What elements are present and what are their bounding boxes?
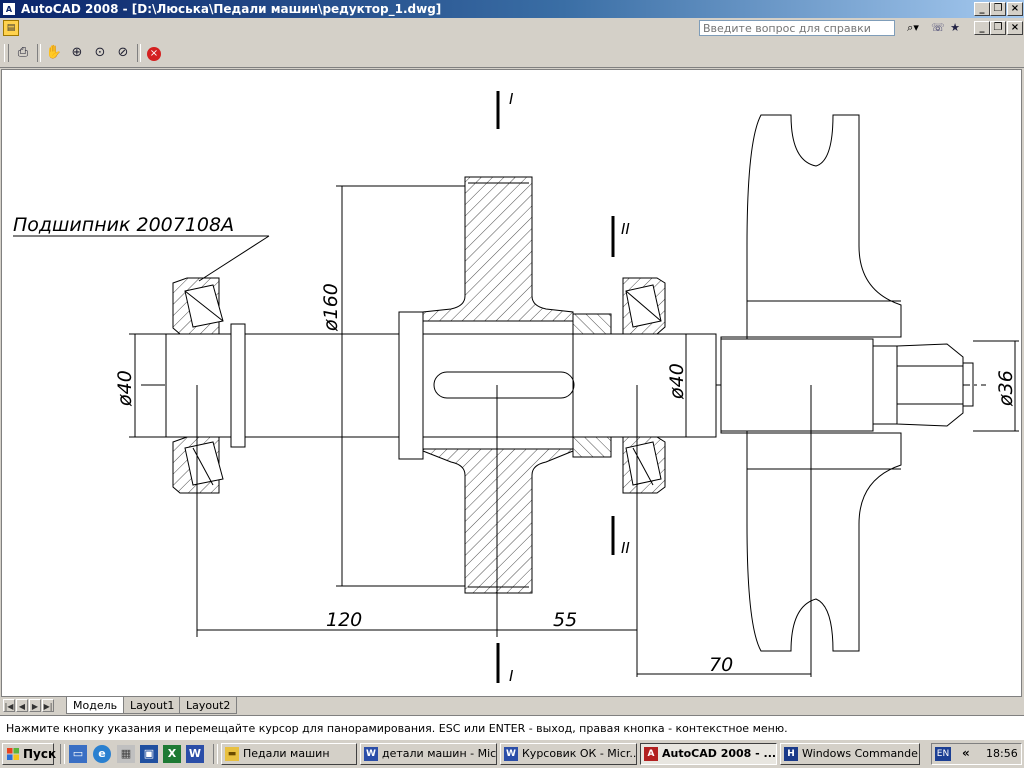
section-mark-label: I [509, 667, 514, 685]
spacer-top [572, 313, 612, 335]
language-indicator[interactable]: EN [935, 747, 951, 761]
command-line[interactable]: Нажмите кнопку указания и перемещайте ку… [0, 715, 1024, 739]
spacer-bottom [572, 436, 612, 458]
close-button[interactable]: × [1007, 2, 1023, 16]
tray-expand-icon[interactable]: « [962, 746, 970, 760]
pulley-hub [720, 338, 874, 432]
title-bar[interactable]: A AutoCAD 2008 - [D:\Люська\Педали машин… [0, 0, 1024, 18]
task-label: Windows Commande... [802, 747, 920, 760]
section-mark-label: I [509, 90, 514, 108]
system-tray: EN « 18:56 [931, 743, 1022, 765]
toolbar-separator [37, 44, 41, 62]
minimize-button[interactable]: _ [974, 2, 990, 16]
save-icon[interactable]: ▣ [140, 745, 158, 763]
dim-label-55: 55 [553, 609, 577, 631]
show-desktop-icon[interactable]: ▭ [69, 745, 87, 763]
dim-label-120: 120 [326, 609, 362, 631]
bearing-label: Подшипник 2007108А [13, 214, 234, 236]
task-button-autocad[interactable]: A AutoCAD 2008 - ... [640, 743, 777, 765]
drawing-canvas[interactable]: Подшипник 2007108А I II II I ø160 ø40 ø4… [1, 69, 1022, 697]
task-label: AutoCAD 2008 - ... [662, 747, 777, 760]
dim-label-d160: ø160 [320, 283, 342, 332]
pan-realtime-icon[interactable]: ✋ [44, 43, 64, 63]
prev-tab-icon[interactable]: ◀ [16, 699, 28, 712]
communication-center-icon[interactable]: ☏ [930, 20, 946, 36]
tab-model[interactable]: Модель [66, 697, 125, 714]
total-commander-icon: H [784, 747, 798, 761]
pan-zoom-toolbar: ⎙ ✋ ⊕ ⊙ ⊘ × [0, 38, 1024, 68]
taskbar: Пуск ▭ e ▦ ▣ X W ▬ Педали машин W детали… [0, 739, 1024, 768]
task-button-word-1[interactable]: W детали машин - Mic... [360, 743, 497, 765]
menu-bar: ▤ ⌕▾ ☏ ★ _ ❐ × [0, 18, 1024, 38]
favorites-icon[interactable]: ★ [947, 20, 963, 36]
bearing-ring-left [230, 323, 246, 448]
shaft-drawing: Подшипник 2007108А I II II I ø160 ø40 ø4… [13, 90, 1019, 685]
command-prompt-text: Нажмите кнопку указания и перемещайте ку… [6, 722, 788, 735]
start-button[interactable]: Пуск [2, 743, 57, 765]
dim-label-d40-mid: ø40 [666, 363, 688, 400]
task-button-total-commander[interactable]: H Windows Commande... [780, 743, 920, 765]
task-button-word-2[interactable]: W Курсовик ОК - Micr... [500, 743, 637, 765]
toolbar-separator [137, 44, 141, 62]
word-icon[interactable]: W [186, 745, 204, 763]
shaft [165, 333, 716, 438]
taskbar-separator [213, 744, 218, 764]
excel-icon[interactable]: X [163, 745, 181, 763]
nut [896, 343, 964, 427]
toolbar-grip[interactable] [4, 44, 9, 62]
task-label: Курсовик ОК - Micr... [522, 747, 637, 760]
word-icon: W [364, 747, 378, 761]
task-button-folder[interactable]: ▬ Педали машин [221, 743, 357, 765]
start-label: Пуск [23, 747, 57, 761]
doc-close-button[interactable]: × [1007, 21, 1023, 35]
print-icon[interactable]: ⎙ [13, 43, 33, 63]
window-title: AutoCAD 2008 - [D:\Люська\Педали машин\р… [21, 2, 442, 16]
washer [872, 345, 898, 425]
dim-label-70: 70 [709, 654, 733, 676]
next-tab-icon[interactable]: ▶ [29, 699, 41, 712]
maximize-button[interactable]: ❐ [990, 2, 1006, 16]
folder-icon: ▬ [225, 747, 239, 761]
tab-layout1[interactable]: Layout1 [123, 697, 182, 714]
pulley-top [720, 114, 902, 340]
calculator-icon[interactable]: ▦ [117, 745, 135, 763]
word-icon: W [504, 747, 518, 761]
autocad-icon: A [644, 747, 658, 761]
last-tab-icon[interactable]: ▶| [42, 699, 54, 712]
internet-explorer-icon[interactable]: e [93, 745, 111, 763]
shaft-collar [398, 311, 424, 460]
autocad-icon: A [2, 2, 16, 16]
search-icon[interactable]: ⌕▾ [898, 20, 928, 36]
help-search-input[interactable] [699, 20, 895, 36]
section-mark-label: II [621, 539, 630, 557]
doc-minimize-button[interactable]: _ [974, 21, 990, 35]
document-icon[interactable]: ▤ [3, 20, 19, 36]
close-icon[interactable]: × [144, 43, 164, 63]
taskbar-separator [60, 744, 65, 764]
first-tab-icon[interactable]: |◀ [3, 699, 15, 712]
zoom-previous-icon[interactable]: ⊘ [113, 43, 133, 63]
doc-restore-button[interactable]: ❐ [990, 21, 1006, 35]
task-label: Педали машин [243, 747, 330, 760]
zoom-realtime-icon[interactable]: ⊕ [67, 43, 87, 63]
clock[interactable]: 18:56 [986, 747, 1018, 760]
section-mark-label: II [621, 220, 630, 238]
layout-tabs-bar: |◀ ◀ ▶ ▶| Модель Layout1 Layout2 [0, 697, 1024, 715]
task-label: детали машин - Mic... [382, 747, 497, 760]
zoom-window-icon[interactable]: ⊙ [90, 43, 110, 63]
tab-layout2[interactable]: Layout2 [179, 697, 238, 714]
windows-logo-icon [7, 748, 19, 760]
dim-label-d40-left: ø40 [114, 370, 136, 407]
dim-label-d36: ø36 [995, 370, 1017, 407]
